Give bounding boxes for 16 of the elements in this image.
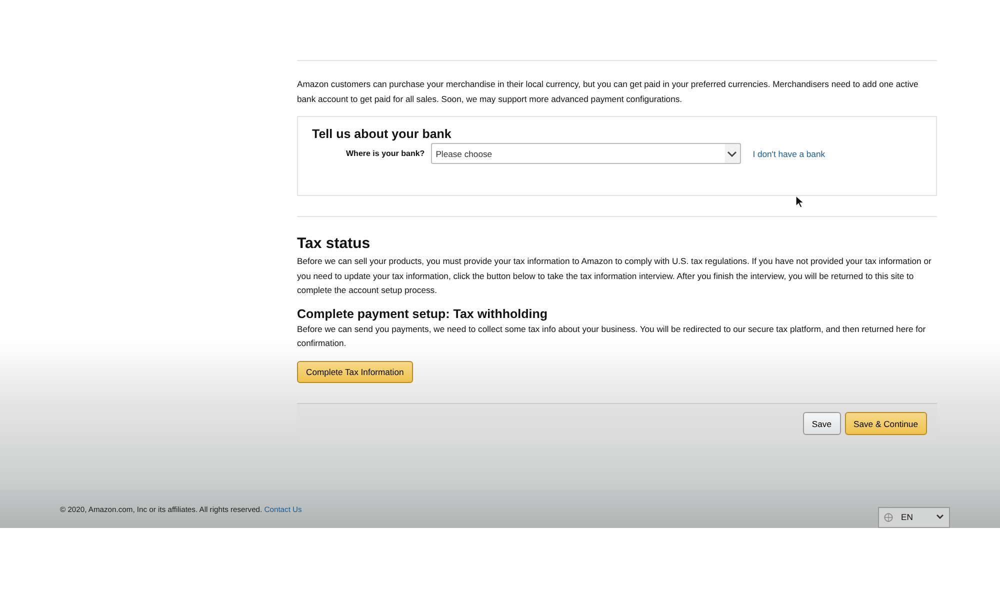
no-bank-link[interactable]: I don't have a bank — [752, 148, 826, 158]
chevron-icon — [936, 514, 944, 520]
bank-location-dropdown[interactable]: Please choose — [430, 143, 741, 164]
language-selector[interactable]: EN — [878, 506, 950, 528]
chevron-icon — [724, 148, 739, 158]
save-button[interactable]: Save — [802, 412, 840, 435]
intro-text: Amazon customers can purchase your merchandise in their local currency, but you can get paid in your preferred currencies. Merchandisers need to add one active bank account to get paid for all sales. Soon, we may support more advanced payment configurations. — [297, 78, 920, 106]
save-continue-button[interactable]: Save & Continue — [844, 412, 927, 435]
field-label: Where is your bank? — [346, 149, 425, 158]
section-heading: Tax status — [297, 235, 372, 252]
tax-status-text: Before we can sell your products, you must provide your tax information to Amazon to comply with U.S. tax regulations. If you have not provided your tax information or you need to update your tax information, click the button below to take the tax information interview. After you finish the interview, you will be returned to this site to complete the account setup process. — [297, 255, 932, 297]
section-heading: Complete payment setup: Tax withholding — [297, 306, 548, 320]
globe-icon — [884, 512, 893, 522]
payment-setup-text: Before we can send you payments, we need to collect some tax info about your business. You will be redirected to our secure tax platform, and then returned here for confirmation. — [297, 322, 927, 350]
complete-tax-button[interactable]: Complete Tax Information — [297, 360, 413, 382]
section-heading: Tell us about your bank — [312, 127, 452, 141]
